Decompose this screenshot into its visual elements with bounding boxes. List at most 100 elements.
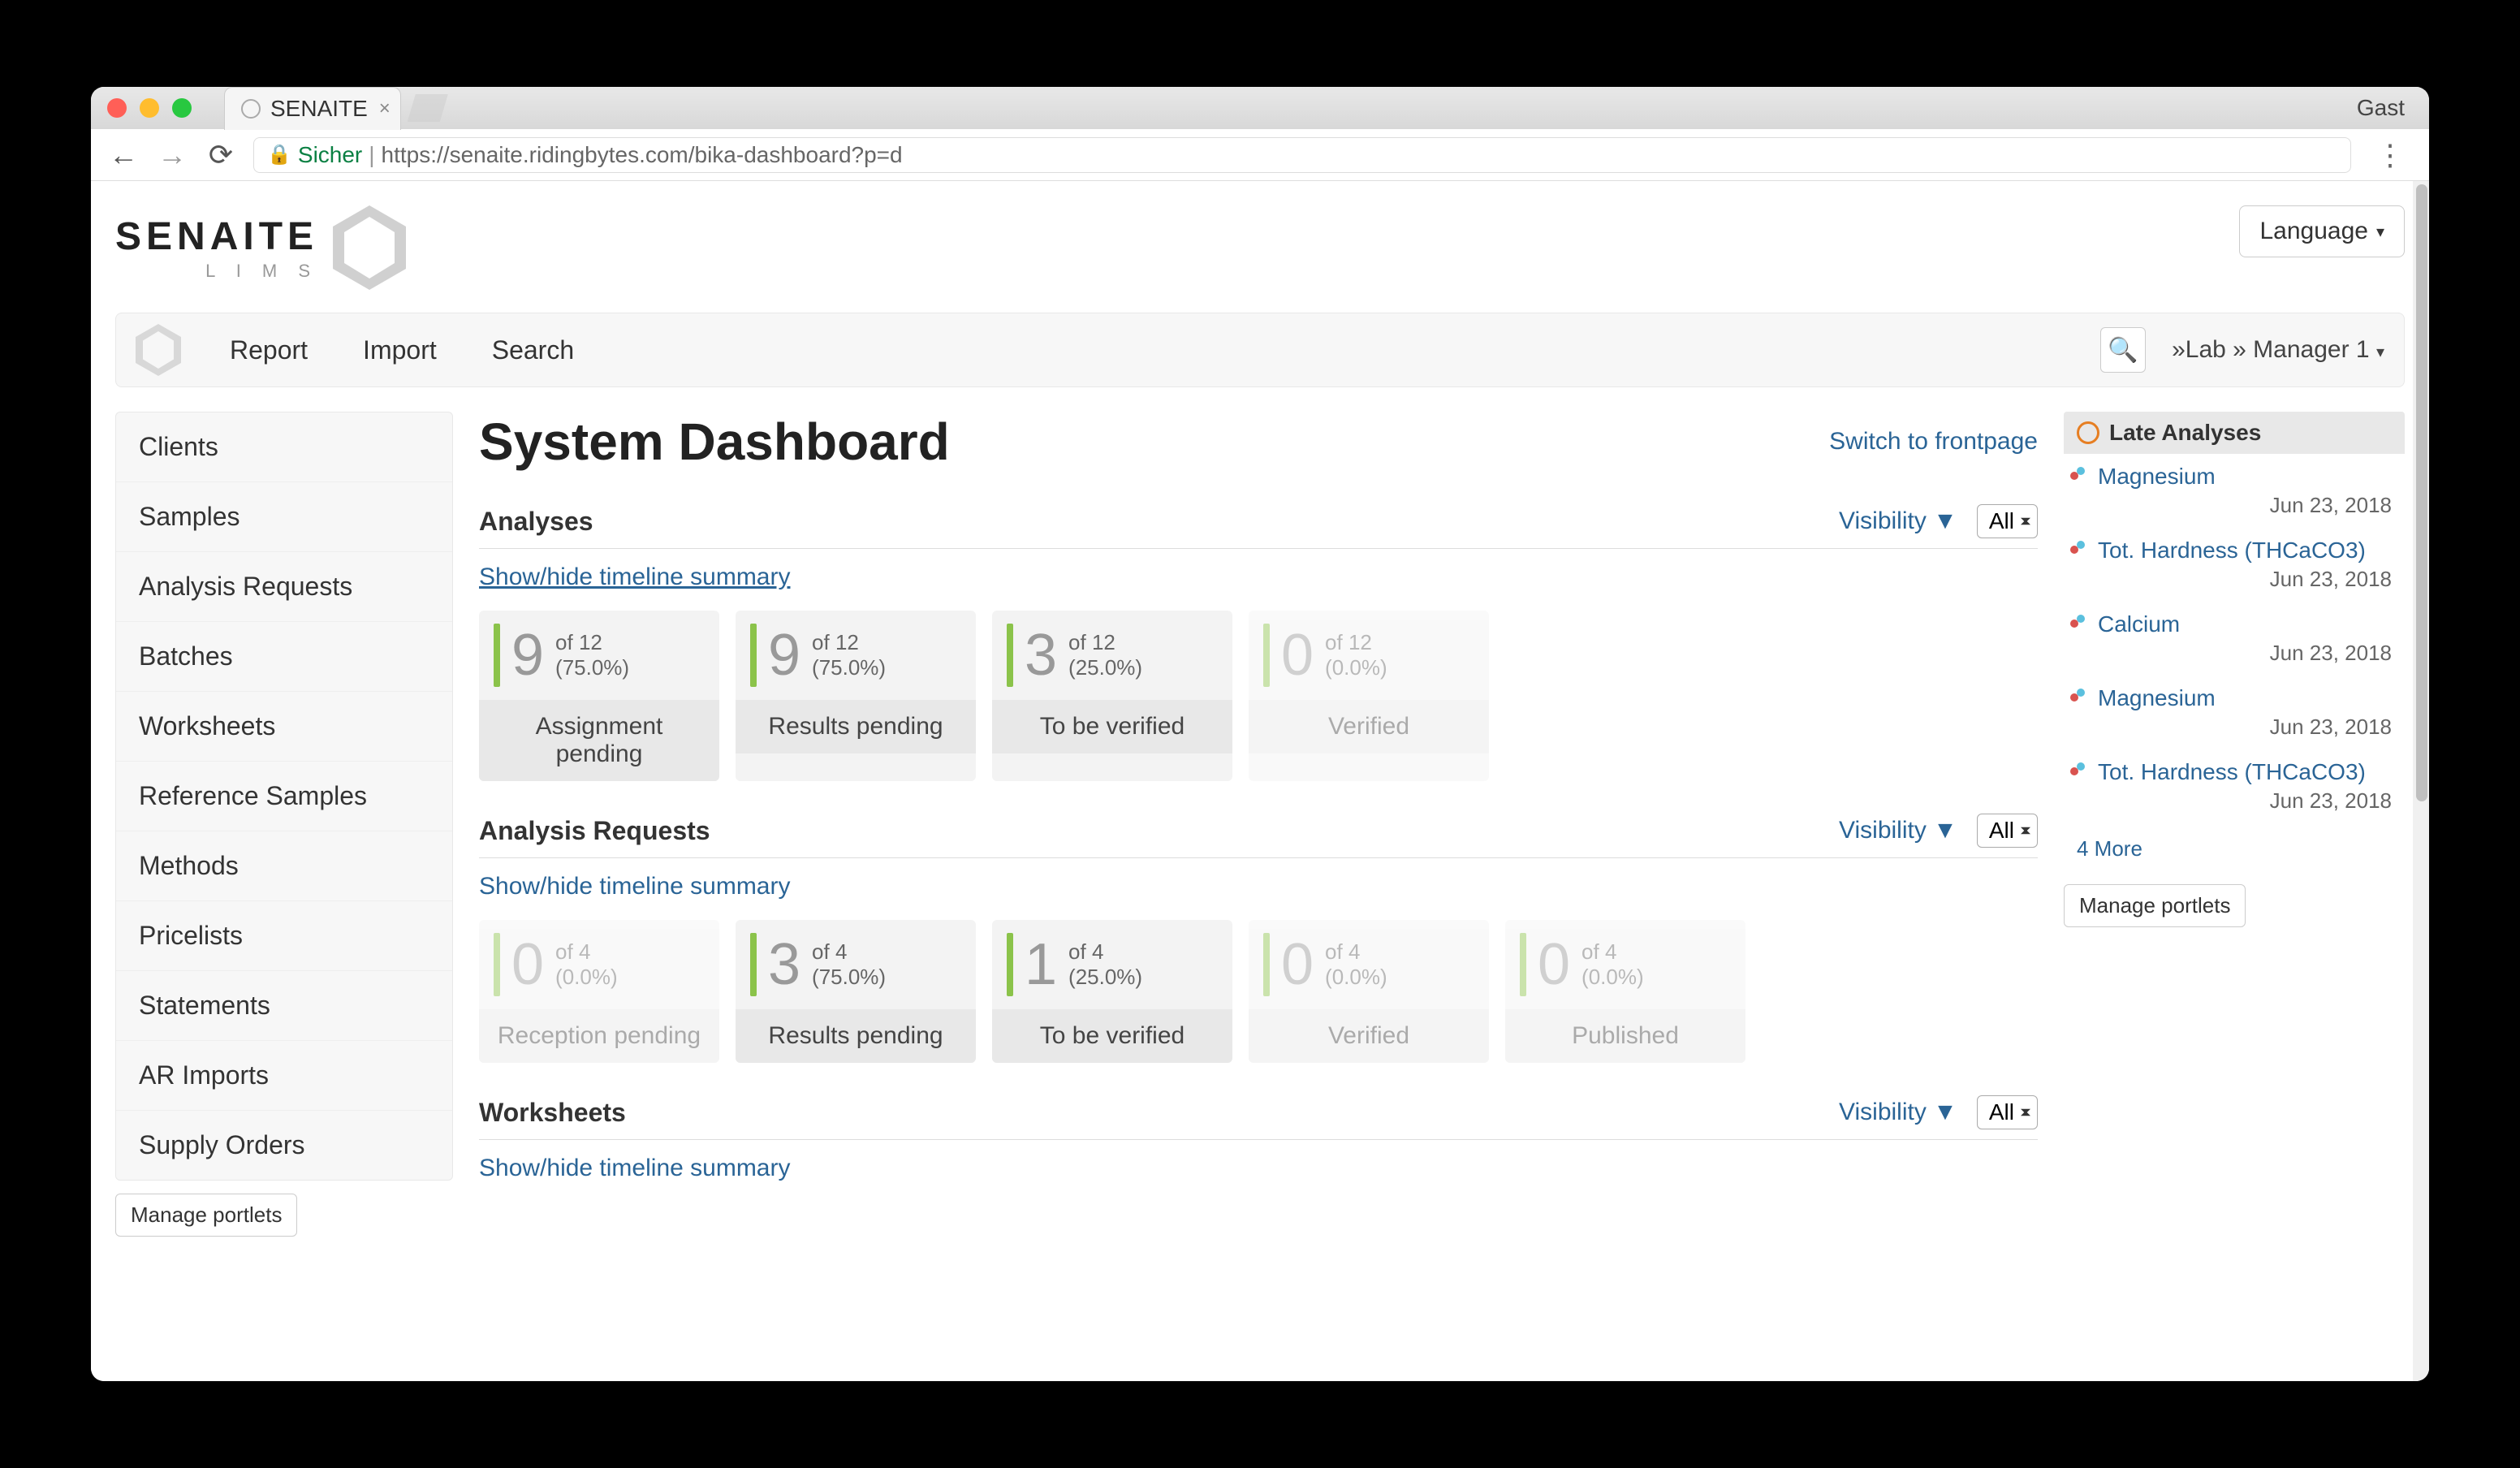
card-bar-icon	[750, 624, 757, 687]
card-label: Reception pending	[479, 1009, 719, 1063]
late-analysis-link[interactable]: Tot. Hardness (THCaCO3)	[2070, 759, 2398, 785]
sidebar-item-reference-samples[interactable]: Reference Samples	[116, 762, 452, 831]
logo[interactable]: SENAITE L I M S	[115, 205, 406, 290]
sidebar-item-clients[interactable]: Clients	[116, 412, 452, 482]
portlet-header: Late Analyses	[2064, 412, 2405, 454]
card-of-total: of 4	[1068, 939, 1142, 965]
late-analysis-link[interactable]: Magnesium	[2070, 464, 2398, 490]
minimize-window-button[interactable]	[140, 98, 159, 118]
dashboard-card[interactable]: 0 of 4 (0.0%) Published	[1505, 920, 1745, 1063]
language-button[interactable]: Language ▾	[2239, 205, 2405, 257]
close-window-button[interactable]	[107, 98, 127, 118]
nav-search[interactable]: Search	[469, 335, 597, 365]
sidebar-item-pricelists[interactable]: Pricelists	[116, 901, 452, 971]
dashboard-card[interactable]: 0 of 4 (0.0%) Reception pending	[479, 920, 719, 1063]
late-analysis-link[interactable]: Calcium	[2070, 611, 2398, 637]
card-of-total: of 4	[812, 939, 886, 965]
tab-close-icon[interactable]: ×	[379, 97, 391, 120]
card-top: 3 of 4 (75.0%)	[736, 920, 976, 1009]
logo-text: SENAITE L I M S	[115, 214, 318, 282]
cards-analysis-requests: 0 of 4 (0.0%) Reception pending 3 of 4 (…	[479, 920, 2038, 1063]
card-top: 0 of 4 (0.0%)	[479, 920, 719, 1009]
dashboard-card[interactable]: 0 of 12 (0.0%) Verified	[1249, 611, 1489, 781]
browser-tab[interactable]: SENAITE ×	[224, 87, 401, 130]
dashboard-card[interactable]: 1 of 4 (25.0%) To be verified	[992, 920, 1232, 1063]
section-controls: Visibility ▼ All	[1839, 814, 2038, 848]
nav-import[interactable]: Import	[340, 335, 460, 365]
timeline-summary-link[interactable]: Show/hide timeline summary	[479, 873, 790, 900]
logo-main-text: SENAITE	[115, 214, 318, 259]
dashboard-card[interactable]: 9 of 12 (75.0%) Results pending	[736, 611, 976, 781]
profile-name[interactable]: Gast	[2357, 95, 2405, 121]
late-analysis-date: Jun 23, 2018	[2070, 637, 2398, 676]
reload-button[interactable]: ⟳	[205, 138, 237, 172]
search-button[interactable]: 🔍	[2100, 327, 2146, 373]
card-top: 1 of 4 (25.0%)	[992, 920, 1232, 1009]
card-top: 0 of 4 (0.0%)	[1505, 920, 1745, 1009]
dashboard-card[interactable]: 3 of 12 (25.0%) To be verified	[992, 611, 1232, 781]
manage-portlets-button-right[interactable]: Manage portlets	[2064, 884, 2246, 927]
nav-report[interactable]: Report	[207, 335, 330, 365]
card-bar-icon	[1007, 624, 1013, 687]
language-label: Language	[2259, 218, 2367, 245]
scrollbar[interactable]	[2413, 181, 2429, 1381]
maximize-window-button[interactable]	[172, 98, 192, 118]
card-top: 9 of 12 (75.0%)	[479, 611, 719, 700]
browser-window: SENAITE × Gast ← → ⟳ 🔒 Sicher | https://…	[91, 87, 2429, 1381]
left-column: Clients Samples Analysis Requests Batche…	[115, 412, 453, 1237]
visibility-toggle[interactable]: Visibility ▼	[1839, 507, 1957, 535]
manage-portlets-button-left[interactable]: Manage portlets	[115, 1194, 297, 1237]
nav-hexagon-icon[interactable]	[136, 324, 181, 376]
caret-down-icon: ▾	[2376, 222, 2384, 242]
card-meta: of 12 (75.0%)	[555, 630, 629, 680]
sidebar-item-supply-orders[interactable]: Supply Orders	[116, 1111, 452, 1180]
card-number: 0	[1281, 931, 1314, 998]
filter-select[interactable]: All	[1977, 504, 2038, 538]
sidebar-item-batches[interactable]: Batches	[116, 622, 452, 692]
section-title: Analysis Requests	[479, 816, 710, 846]
new-tab-button[interactable]	[408, 94, 448, 122]
dashboard-card[interactable]: 3 of 4 (75.0%) Results pending	[736, 920, 976, 1063]
filter-select[interactable]: All	[1977, 814, 2038, 848]
card-percent: (75.0%)	[555, 655, 629, 680]
more-link[interactable]: 4 More	[2064, 830, 2405, 868]
late-analysis-link[interactable]: Magnesium	[2070, 685, 2398, 711]
user-menu[interactable]: »Lab » Manager 1 ▾	[2172, 336, 2384, 364]
browser-menu-icon[interactable]: ⋮	[2367, 138, 2413, 172]
sidebar-item-analysis-requests[interactable]: Analysis Requests	[116, 552, 452, 622]
timeline-summary-link[interactable]: Show/hide timeline summary	[479, 563, 790, 591]
sidebar-item-statements[interactable]: Statements	[116, 971, 452, 1041]
card-percent: (0.0%)	[1581, 965, 1644, 990]
back-button[interactable]: ←	[107, 138, 140, 172]
filter-select[interactable]: All	[1977, 1095, 2038, 1129]
switch-frontpage-link[interactable]: Switch to frontpage	[1829, 428, 2038, 456]
late-analysis-link[interactable]: Tot. Hardness (THCaCO3)	[2070, 538, 2398, 563]
sidebar-item-ar-imports[interactable]: AR Imports	[116, 1041, 452, 1111]
card-meta: of 12 (25.0%)	[1068, 630, 1142, 680]
dashboard-card[interactable]: 9 of 12 (75.0%) Assignment pending	[479, 611, 719, 781]
card-top: 3 of 12 (25.0%)	[992, 611, 1232, 700]
late-analysis-name: Magnesium	[2098, 464, 2216, 490]
sidebar-item-methods[interactable]: Methods	[116, 831, 452, 901]
titlebar: SENAITE × Gast	[91, 87, 2429, 129]
caret-down-icon: ▾	[2376, 343, 2384, 361]
sidebar-item-samples[interactable]: Samples	[116, 482, 452, 552]
visibility-toggle[interactable]: Visibility ▼	[1839, 817, 1957, 844]
user-label: »Lab » Manager 1	[2172, 336, 2370, 363]
forward-button[interactable]: →	[156, 138, 188, 172]
card-label: Assignment pending	[479, 700, 719, 781]
tab-favicon	[241, 99, 261, 119]
card-number: 3	[1025, 622, 1057, 689]
card-meta: of 12 (75.0%)	[812, 630, 886, 680]
address-bar[interactable]: 🔒 Sicher | https://senaite.ridingbytes.c…	[253, 137, 2351, 173]
sidebar-item-worksheets[interactable]: Worksheets	[116, 692, 452, 762]
late-analyses-list: Magnesium Jun 23, 2018 Tot. Hardness (TH…	[2064, 454, 2405, 830]
dashboard-card[interactable]: 0 of 4 (0.0%) Verified	[1249, 920, 1489, 1063]
sidebar: Clients Samples Analysis Requests Batche…	[115, 412, 453, 1181]
section-header-analyses: Analyses Visibility ▼ All	[479, 504, 2038, 549]
card-bar-icon	[494, 624, 500, 687]
timeline-summary-link[interactable]: Show/hide timeline summary	[479, 1155, 790, 1182]
section-controls: Visibility ▼ All	[1839, 1095, 2038, 1129]
scroll-thumb[interactable]	[2416, 184, 2427, 801]
visibility-toggle[interactable]: Visibility ▼	[1839, 1099, 1957, 1126]
